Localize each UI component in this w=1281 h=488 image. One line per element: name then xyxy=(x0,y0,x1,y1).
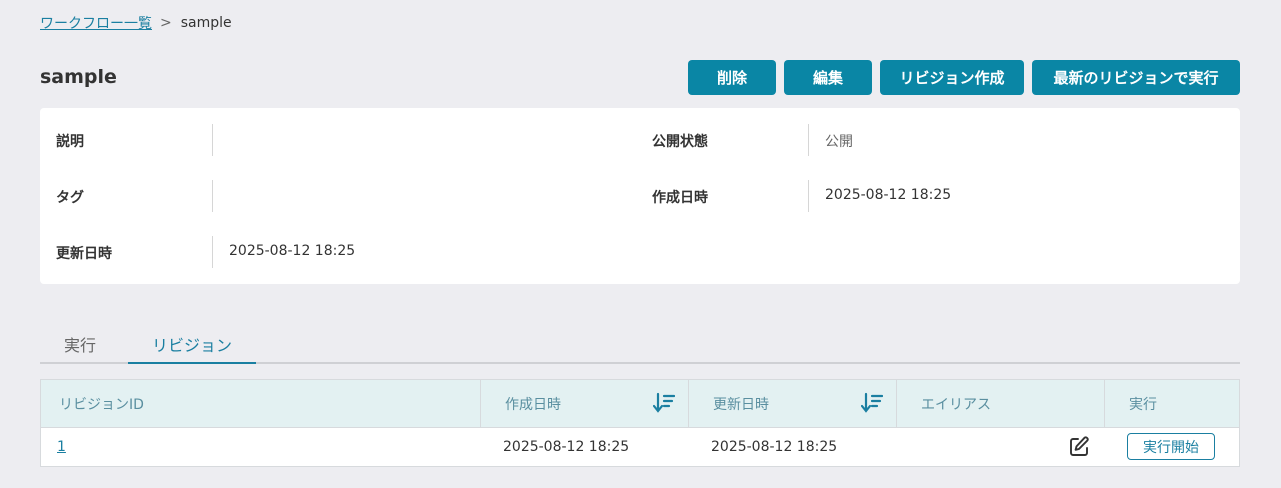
column-header-run-label: 実行 xyxy=(1129,396,1157,413)
column-header-alias: エイリアス xyxy=(896,380,1104,427)
column-header-run: 実行 xyxy=(1104,380,1239,427)
column-header-revision-id-label: リビジョンID xyxy=(59,396,144,413)
sort-descending-icon[interactable] xyxy=(653,392,675,414)
column-header-updated[interactable]: 更新日時 xyxy=(688,380,896,427)
revision-id-link[interactable]: 1 xyxy=(57,439,66,455)
table-header: リビジョンID 作成日時 更新日時 エイリアス 実行 xyxy=(41,380,1239,428)
breadcrumb-separator: > xyxy=(160,15,172,31)
tab-bar: 実行 リビジョン xyxy=(40,325,1240,364)
tags-divider xyxy=(212,180,213,212)
updated-divider xyxy=(212,236,213,268)
breadcrumb-workflow-list-link[interactable]: ワークフロー一覧 xyxy=(40,13,152,33)
edit-button[interactable]: 編集 xyxy=(784,60,872,95)
created-divider xyxy=(808,180,809,212)
tab-executions[interactable]: 実行 xyxy=(40,325,120,362)
run-latest-revision-button[interactable]: 最新のリビジョンで実行 xyxy=(1032,60,1240,95)
updated-value: 2025-08-12 18:25 xyxy=(229,243,356,259)
column-header-revision-id: リビジョンID xyxy=(41,380,480,427)
tab-revisions[interactable]: リビジョン xyxy=(128,325,256,364)
column-header-alias-label: エイリアス xyxy=(921,396,991,413)
page-title: sample xyxy=(40,66,117,88)
sort-descending-icon[interactable] xyxy=(861,392,883,414)
created-value: 2025-08-12 18:25 xyxy=(825,187,952,203)
updated-cell: 2025-08-12 18:25 xyxy=(711,439,838,455)
column-header-created-label: 作成日時 xyxy=(505,396,561,413)
created-label: 作成日時 xyxy=(652,190,708,206)
tags-label: タグ xyxy=(56,190,84,206)
breadcrumb-current: sample xyxy=(180,15,232,31)
action-toolbar: 削除 編集 リビジョン作成 最新のリビジョンで実行 xyxy=(688,60,1240,95)
created-cell: 2025-08-12 18:25 xyxy=(503,439,630,455)
visibility-label: 公開状態 xyxy=(652,134,708,150)
create-revision-button[interactable]: リビジョン作成 xyxy=(880,60,1024,95)
updated-label: 更新日時 xyxy=(56,246,112,262)
delete-button[interactable]: 削除 xyxy=(688,60,776,95)
visibility-value: 公開 xyxy=(825,134,853,150)
description-divider xyxy=(212,124,213,156)
table-row: 1 2025-08-12 18:25 2025-08-12 18:25 実行開始 xyxy=(41,428,1239,466)
revision-id-cell: 1 xyxy=(57,428,66,466)
description-label: 説明 xyxy=(56,134,84,150)
column-header-updated-label: 更新日時 xyxy=(713,396,769,413)
start-run-button[interactable]: 実行開始 xyxy=(1127,433,1215,460)
revisions-table: リビジョンID 作成日時 更新日時 エイリアス 実行 1 2025-08-12 xyxy=(40,379,1240,467)
visibility-divider xyxy=(808,124,809,156)
column-header-created[interactable]: 作成日時 xyxy=(480,380,688,427)
breadcrumb: ワークフロー一覧 > sample xyxy=(40,13,232,33)
workflow-info-card: 説明 タグ 更新日時 2025-08-12 18:25 公開状態 公開 作成日時… xyxy=(40,108,1240,284)
edit-alias-icon[interactable] xyxy=(1067,435,1091,459)
